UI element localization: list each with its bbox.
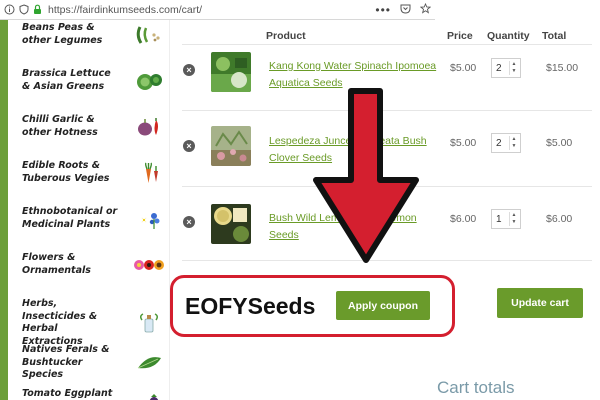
- sidebar-item-label: Ethnobotanical or Medicinal Plants: [22, 206, 118, 230]
- quantity-value: 2: [496, 137, 502, 149]
- pocket-icon[interactable]: [400, 3, 411, 17]
- item-price: $5.00: [450, 137, 477, 149]
- sidebar-item-label: Beans Peas & other Legumes: [22, 22, 103, 46]
- product-link[interactable]: Bush Wild Lemon Citrus Lemon Seeds: [269, 210, 444, 244]
- cart-totals-heading: Cart totals: [437, 378, 515, 397]
- carrot-icon: [132, 162, 166, 184]
- item-price: $6.00: [450, 213, 477, 225]
- update-cart-button[interactable]: Update cart: [497, 288, 583, 318]
- quantity-spinner-icon[interactable]: ▲ ▼: [509, 61, 518, 75]
- quantity-input[interactable]: 2 ▲ ▼: [491, 58, 521, 78]
- item-total: $15.00: [546, 62, 579, 74]
- quantity-spinner-icon[interactable]: ▲ ▼: [509, 136, 518, 150]
- sidebar-item-label: Brassica Lettuce & Asian Greens: [22, 68, 111, 92]
- header-quantity: Quantity: [487, 30, 530, 42]
- sidebar-item-label: Chilli Garlic & other Hotness: [22, 114, 98, 138]
- item-total: $6.00: [546, 213, 573, 225]
- quantity-value: 1: [496, 213, 502, 225]
- quantity-spinner-icon[interactable]: ▲ ▼: [509, 212, 518, 226]
- sidebar-item-natives[interactable]: Natives Ferals & Bushtucker Species: [22, 344, 170, 382]
- herb-bottle-icon: [132, 312, 166, 334]
- coupon-code-input[interactable]: EOFYSeeds: [185, 293, 315, 320]
- item-total: $5.00: [546, 137, 573, 149]
- browser-url-bar[interactable]: https://fairdinkumseeds.com/cart/ •••: [0, 0, 435, 20]
- quantity-input[interactable]: 2 ▲ ▼: [491, 133, 521, 153]
- coupon-highlight: EOFYSeeds Apply coupon: [170, 275, 455, 337]
- garlic-chilli-icon: [132, 116, 166, 138]
- sidebar-item-label: Flowers & Ornamentals: [22, 252, 91, 276]
- sidebar-item-flowers[interactable]: Flowers & Ornamentals: [22, 252, 170, 277]
- quantity-value: 2: [496, 62, 502, 74]
- sidebar-item-chilli[interactable]: Chilli Garlic & other Hotness: [22, 114, 170, 139]
- medicinal-flower-icon: [132, 208, 166, 230]
- header-product: Product: [266, 30, 306, 42]
- row-divider: [182, 110, 592, 111]
- remove-item-button[interactable]: ×: [183, 64, 195, 76]
- category-sidebar: Beans Peas & other Legumes Brassica Lett…: [8, 20, 170, 400]
- apply-coupon-button[interactable]: Apply coupon: [336, 291, 430, 320]
- sidebar-item-ethnobotanical[interactable]: Ethnobotanical or Medicinal Plants: [22, 206, 170, 231]
- header-divider: [182, 44, 592, 45]
- header-price: Price: [447, 30, 473, 42]
- info-icon[interactable]: [4, 0, 15, 20]
- item-price: $5.00: [450, 62, 477, 74]
- leaf-icon: [132, 352, 166, 374]
- sidebar-item-label: Herbs, Insecticides & Herbal Extractions: [22, 298, 98, 347]
- cabbage-icon: [132, 70, 166, 92]
- product-link[interactable]: Kang Kong Water Spinach Ipomoea Aquatica…: [269, 58, 444, 92]
- product-thumbnail[interactable]: [211, 204, 251, 244]
- more-icon[interactable]: •••: [375, 3, 391, 17]
- eggplant-icon: [132, 390, 166, 400]
- page-accent-stripe: [0, 20, 8, 400]
- flowers-icon: [132, 254, 166, 276]
- row-divider: [182, 260, 592, 261]
- cart-main: Product Price Quantity Total × Kang Kong…: [170, 20, 600, 400]
- url-text[interactable]: https://fairdinkumseeds.com/cart/: [48, 4, 202, 16]
- sidebar-item-tomato[interactable]: Tomato Eggplant &: [22, 388, 170, 400]
- browser-toolbar-space: [435, 0, 600, 20]
- row-divider: [182, 186, 592, 187]
- lock-icon: [33, 0, 42, 20]
- bean-icon: [132, 24, 166, 46]
- sidebar-item-label: Edible Roots & Tuberous Vegies: [22, 160, 110, 184]
- bookmark-star-icon[interactable]: [419, 2, 432, 17]
- remove-item-button[interactable]: ×: [183, 140, 195, 152]
- product-link[interactable]: Lespedeza Juncea Cuneata Bush Clover See…: [269, 133, 444, 167]
- product-thumbnail[interactable]: [211, 52, 251, 92]
- sidebar-item-roots[interactable]: Edible Roots & Tuberous Vegies: [22, 160, 170, 185]
- quantity-input[interactable]: 1 ▲ ▼: [491, 209, 521, 229]
- sidebar-item-legumes[interactable]: Beans Peas & other Legumes: [22, 22, 170, 47]
- shield-icon[interactable]: [19, 0, 29, 20]
- product-thumbnail[interactable]: [211, 126, 251, 166]
- sidebar-item-herbs[interactable]: Herbs, Insecticides & Herbal Extractions: [22, 298, 170, 348]
- remove-item-button[interactable]: ×: [183, 216, 195, 228]
- sidebar-item-label: Natives Ferals & Bushtucker Species: [22, 344, 110, 380]
- sidebar-item-label: Tomato Eggplant &: [22, 388, 113, 399]
- header-total: Total: [542, 30, 567, 42]
- sidebar-item-brassica[interactable]: Brassica Lettuce & Asian Greens: [22, 68, 170, 93]
